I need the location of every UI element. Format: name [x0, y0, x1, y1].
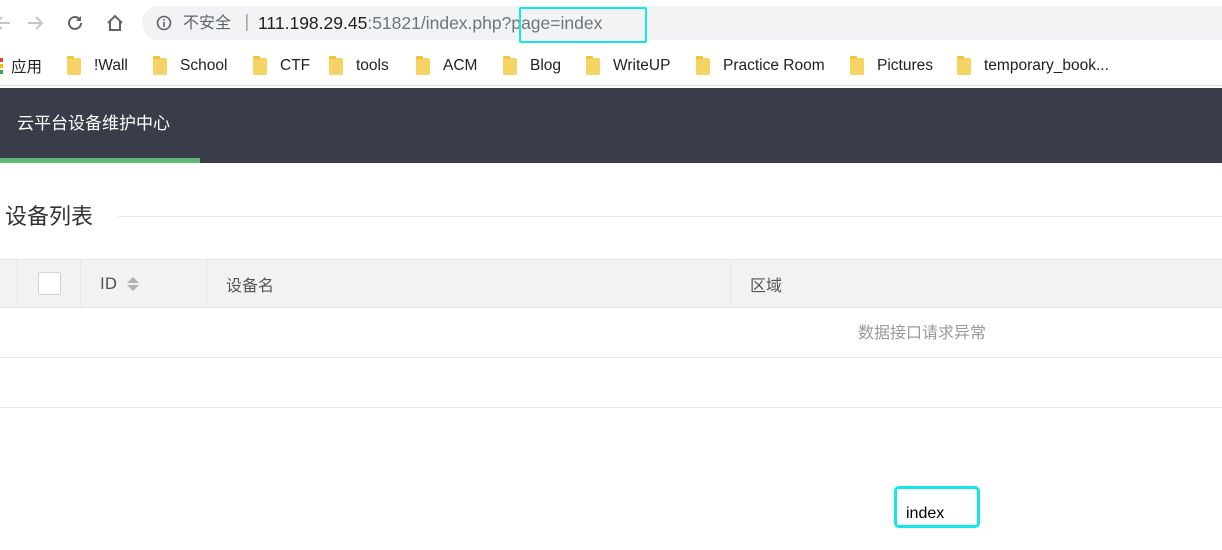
nav-active-indicator: [0, 158, 200, 163]
bookmark-temporary[interactable]: temporary_book...: [957, 46, 1109, 86]
forward-button[interactable]: [22, 10, 48, 36]
folder-icon: [696, 55, 710, 75]
browser-toolbar: 不安全 | 111.198.29.45:51821/index.php?page…: [0, 0, 1222, 46]
security-label: 不安全: [183, 13, 232, 32]
folder-icon: [67, 55, 81, 75]
bookmark-label: temporary_book...: [984, 57, 1109, 74]
bookmark-wall[interactable]: !Wall: [67, 46, 128, 86]
bookmark-pictures[interactable]: Pictures: [850, 46, 933, 86]
apps-label: 应用: [11, 59, 43, 76]
back-button[interactable]: [0, 10, 16, 36]
folder-icon: [416, 55, 430, 75]
bookmark-label: ACM: [443, 57, 478, 74]
bookmark-school[interactable]: School: [153, 46, 227, 86]
url-separator: |: [244, 12, 250, 32]
reload-icon: [68, 15, 82, 30]
bookmark-label: CTF: [280, 57, 311, 74]
app-header: 云平台设备维护中心: [0, 88, 1222, 163]
bookmark-label: WriteUP: [613, 57, 671, 74]
bookmark-practice-room[interactable]: Practice Room: [696, 46, 825, 86]
home-button[interactable]: [102, 10, 128, 36]
folder-icon: [586, 55, 600, 75]
bookmark-ctf[interactable]: CTF: [253, 46, 310, 86]
reload-button[interactable]: [62, 10, 88, 36]
url-highlight-box: [519, 7, 647, 43]
bookmark-acm[interactable]: ACM: [416, 46, 477, 86]
info-icon[interactable]: [156, 15, 172, 31]
output-highlight-box: [894, 486, 980, 528]
column-region-label: 区域: [750, 275, 783, 295]
bookmarks-bar: 应用 !Wall School CTF tools ACM Blog Write…: [0, 46, 1222, 86]
folder-icon: [153, 55, 167, 75]
bookmark-writeup[interactable]: WriteUP: [586, 46, 670, 86]
table-row: [0, 308, 1222, 358]
table-row: [0, 358, 1222, 408]
select-all-checkbox[interactable]: [37, 272, 61, 295]
app-title[interactable]: 云平台设备维护中心: [17, 113, 170, 135]
select-all-cell: [17, 260, 80, 307]
bookmark-tools[interactable]: tools: [329, 46, 389, 86]
bookmark-label: Blog: [530, 57, 562, 74]
folder-icon: [957, 55, 971, 75]
column-id[interactable]: ID: [80, 260, 206, 307]
forward-arrow-icon: [28, 16, 44, 30]
bookmark-blog[interactable]: Blog: [503, 46, 561, 86]
column-region: 区域: [730, 260, 1222, 307]
column-id-label: ID: [100, 274, 118, 293]
back-arrow-icon: [0, 16, 10, 30]
folder-icon: [329, 55, 343, 75]
address-bar[interactable]: 不安全 | 111.198.29.45:51821/index.php?page…: [142, 6, 1222, 40]
url-host: 111.198.29.45: [258, 13, 368, 33]
bookmark-label: tools: [356, 57, 389, 74]
bookmark-label: Pictures: [877, 57, 933, 74]
section-title: 设备列表: [5, 205, 94, 230]
folder-icon: [850, 55, 864, 75]
apps-grid-icon: [0, 58, 3, 74]
table-empty-message: 数据接口请求异常: [858, 323, 987, 342]
sort-icon[interactable]: [127, 276, 140, 292]
bookmark-label: Practice Room: [723, 57, 825, 74]
folder-icon: [253, 55, 267, 75]
bookmark-label: School: [180, 57, 228, 74]
column-device-name-label: 设备名: [226, 275, 275, 295]
folder-icon: [503, 55, 517, 75]
home-icon: [107, 14, 123, 31]
column-device-name: 设备名: [206, 260, 730, 307]
table-header: ID 设备名 区域: [0, 259, 1222, 308]
bookmark-label: !Wall: [94, 57, 128, 74]
section-divider: [118, 216, 1222, 217]
apps-shortcut[interactable]: 应用: [0, 46, 42, 86]
